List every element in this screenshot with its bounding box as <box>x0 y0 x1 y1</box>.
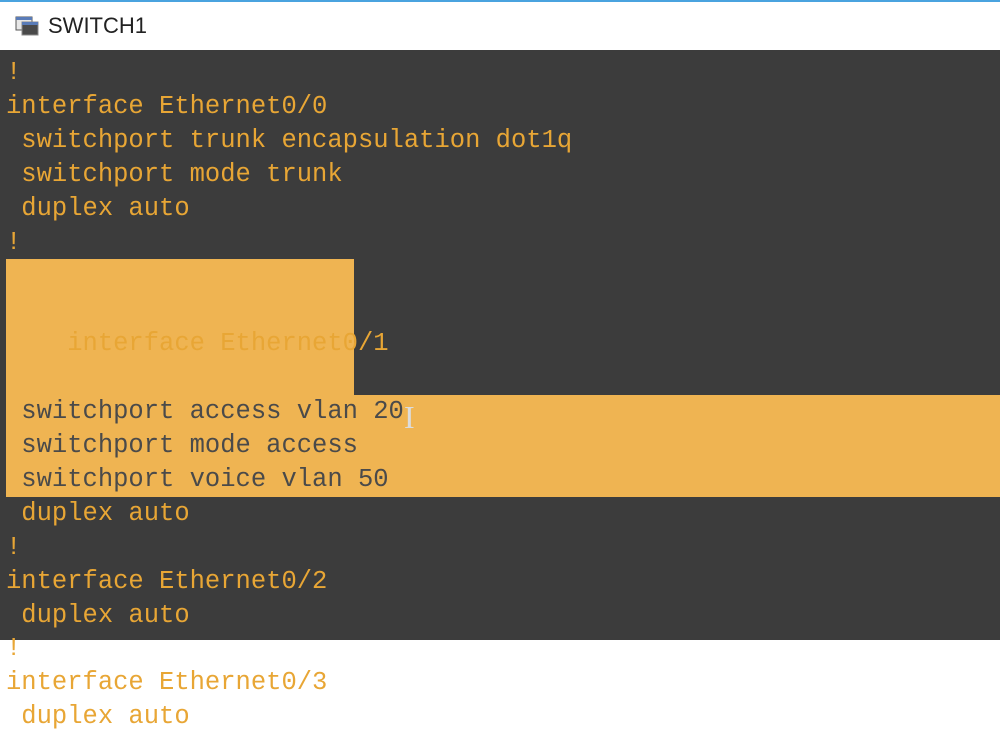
terminal-line: interface Ethernet0/0 <box>6 90 1000 124</box>
terminal-line: duplex auto <box>6 599 1000 633</box>
window-title: SWITCH1 <box>48 13 147 39</box>
terminal-icon <box>14 15 40 37</box>
terminal-line: duplex auto <box>6 192 1000 226</box>
title-bar: SWITCH1 <box>0 0 1000 50</box>
terminal-line-selected: switchport voice vlan 50 <box>6 463 1000 497</box>
terminal-line: duplex auto <box>6 497 1000 531</box>
terminal-line: switchport mode trunk <box>6 158 1000 192</box>
terminal-line-selected: switchport access vlan 20 <box>6 395 1000 429</box>
terminal-line: ! <box>6 226 1000 260</box>
text-cursor-icon: I <box>404 396 415 439</box>
terminal-line: interface Ethernet0/2 <box>6 565 1000 599</box>
selection-highlight <box>6 259 354 395</box>
terminal-line: interface Ethernet0/3 <box>6 666 1000 700</box>
terminal-line: switchport trunk encapsulation dot1q <box>6 124 1000 158</box>
terminal-line: ! <box>6 632 1000 666</box>
terminal-line: duplex auto <box>6 700 1000 734</box>
terminal-line: ! <box>6 56 1000 90</box>
terminal-line: interface Ethernet0/1 <box>6 259 1000 395</box>
terminal-output[interactable]: ! interface Ethernet0/0 switchport trunk… <box>0 50 1000 640</box>
terminal-line: ! <box>6 531 1000 565</box>
terminal-line-selected: switchport mode access <box>6 429 1000 463</box>
